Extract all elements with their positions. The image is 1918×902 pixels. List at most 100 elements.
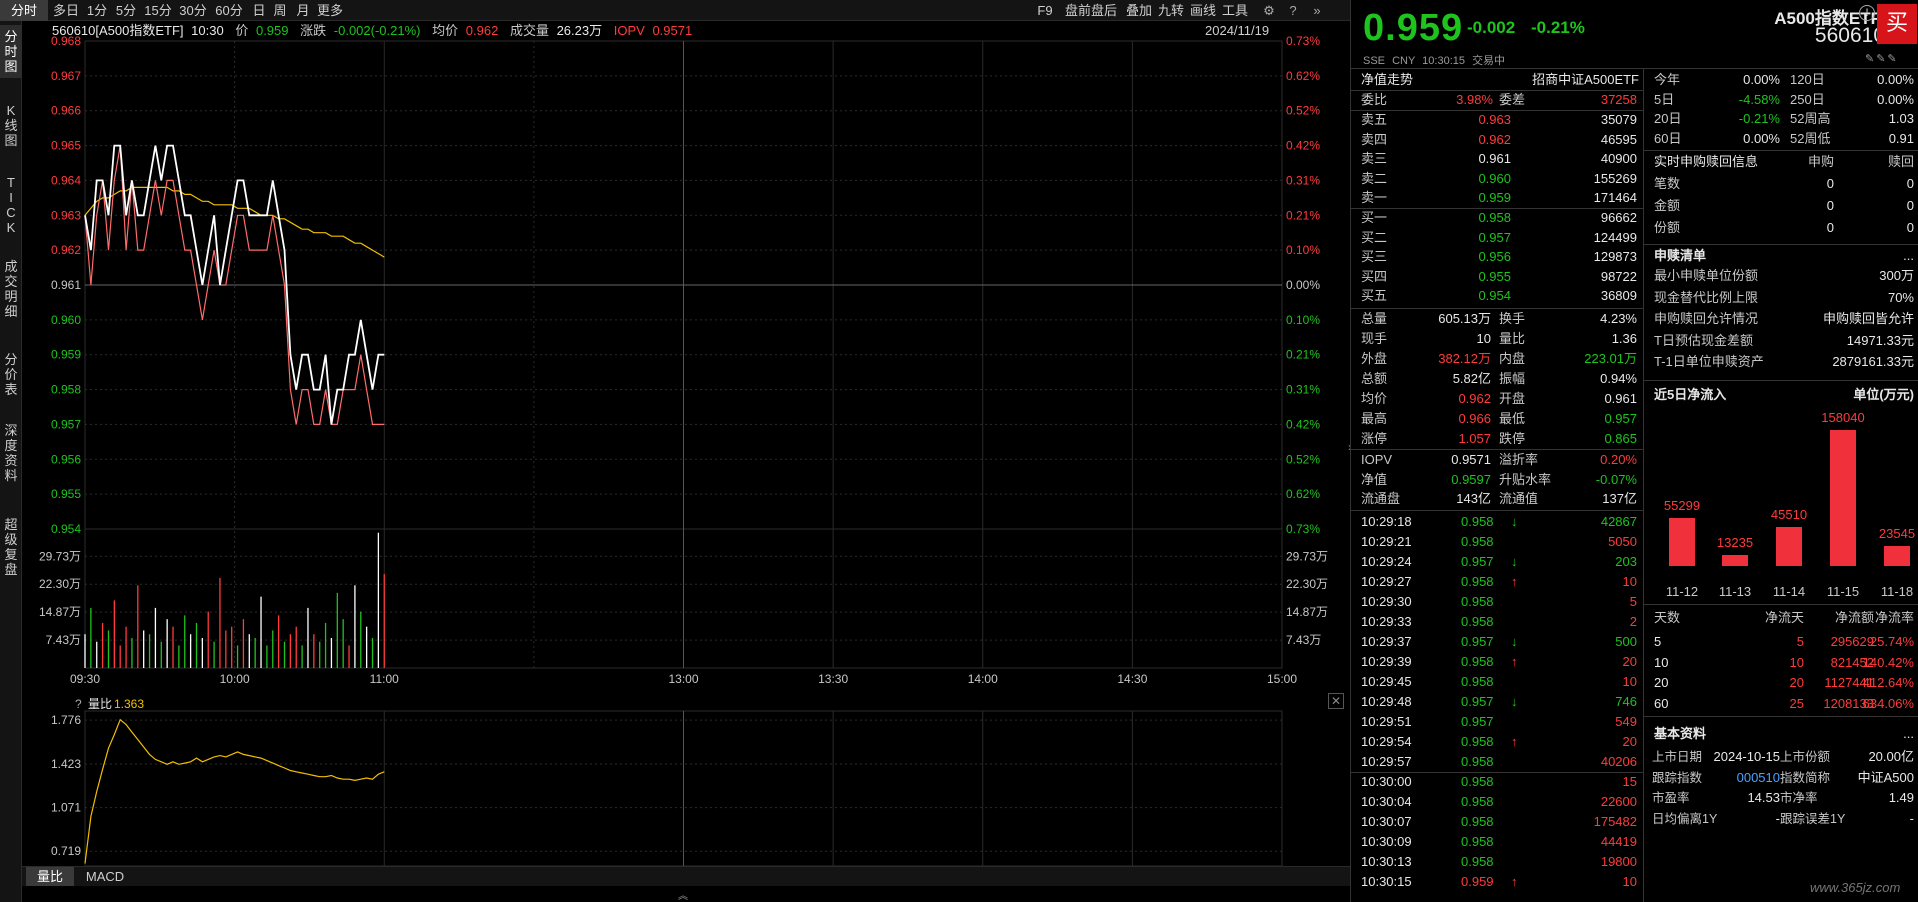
tool-2[interactable]: 叠加: [1124, 0, 1154, 21]
tab-macd[interactable]: MACD: [80, 867, 130, 886]
price-tick-label: 0.965: [51, 139, 81, 153]
period-tab-2[interactable]: 1分: [84, 0, 110, 21]
perf-value: -4.58%: [1738, 91, 1780, 107]
tool-5[interactable]: 工具: [1220, 0, 1250, 21]
sidebar-tab-0[interactable]: 分 时 图: [0, 25, 22, 78]
period-tab-6[interactable]: 60分: [212, 0, 246, 21]
flow-col: 净流率: [1874, 610, 1914, 625]
ask-vol: 155269: [1593, 170, 1637, 186]
tick-time: 10:29:48: [1361, 694, 1412, 709]
intraday-chart[interactable]: 0.968 0.73% 0.967 0.62% 0.966 0.52% 0.965 0.42%…: [22, 21, 1350, 902]
flow-cell: 140.42%: [1862, 654, 1914, 670]
price-tick-label: 0.967: [51, 69, 81, 83]
up-arrow-icon: ↑: [1511, 874, 1518, 889]
buy-button[interactable]: 买: [1877, 4, 1917, 44]
period-tab-8[interactable]: 周: [270, 0, 290, 21]
tick-price: 0.958: [1461, 534, 1494, 549]
list-title: 申赎清单: [1654, 248, 1707, 263]
sidebar-tab-4[interactable]: 分 价 表: [0, 348, 22, 401]
tick-vol: 549: [1615, 714, 1637, 729]
period-tab-1[interactable]: 多日: [50, 0, 82, 21]
bid-price: 0.954: [1478, 288, 1511, 303]
pct-tick-label: 0.42%: [1286, 139, 1320, 153]
price-change: -0.002: [1467, 18, 1516, 37]
list-value: 14971.33元: [1846, 332, 1914, 348]
sub-chart-close-icon[interactable]: ✕: [1328, 693, 1344, 709]
tick-vol: 203: [1615, 554, 1637, 569]
sub-chart-help-icon[interactable]: ?: [75, 697, 82, 711]
period-tab-5[interactable]: 30分: [176, 0, 210, 21]
sidebar-tab-2[interactable]: T I C K: [0, 171, 22, 239]
price-change-pct: -0.21%: [1531, 18, 1585, 37]
basic-label2: 市净率: [1780, 791, 1818, 805]
tick-time: 10:30:07: [1361, 814, 1412, 829]
price-tick-label: 0.960: [51, 313, 81, 327]
tick-vol: 15: [1622, 774, 1637, 789]
sidebar-tab-5[interactable]: 深 度 资 料: [0, 419, 22, 487]
period-tab-7[interactable]: 日: [250, 0, 268, 21]
period-tab-0[interactable]: 分时: [0, 0, 48, 21]
bid-price: 0.956: [1478, 249, 1511, 264]
tick-vol: 10: [1622, 874, 1637, 889]
sidebar-tab-3[interactable]: 成 交 明 细: [0, 255, 22, 323]
flow-unit: 单位(万元): [1853, 387, 1914, 402]
flow-cell: 412.64%: [1862, 675, 1914, 690]
tick-vol: 20: [1622, 654, 1637, 669]
perf-value2: 1.03: [1888, 111, 1914, 126]
tool-icons[interactable]: ✎✎✎: [1865, 52, 1899, 65]
tool-1[interactable]: 盘前盘后: [1060, 0, 1122, 21]
expand-chevron-icon[interactable]: ︽: [676, 887, 690, 902]
tool-0[interactable]: F9: [1032, 0, 1058, 21]
sidebar-tab-6[interactable]: 超 级 复 盘: [0, 513, 22, 581]
flow-bar: [1830, 430, 1856, 566]
help-icon[interactable]: ?: [1284, 0, 1302, 21]
sg-label: 笔数: [1654, 176, 1681, 191]
price-tick-label: 0.961: [51, 278, 81, 292]
flow-cell: 5: [1654, 634, 1662, 649]
bid-vol: 98722: [1600, 268, 1637, 284]
period-tab-9[interactable]: 月: [292, 0, 314, 21]
tick-time: 10:29:37: [1361, 634, 1412, 649]
list-more: ...: [1903, 248, 1914, 263]
divider: [1351, 772, 1643, 773]
flow-bar-value: 23545: [1878, 525, 1916, 541]
tick-vol: 5: [1629, 594, 1637, 609]
pct-tick-label: 0.52%: [1286, 104, 1320, 118]
fund-code: 560610: [1814, 24, 1885, 47]
stat-label2: 换手: [1499, 311, 1526, 326]
period-tab-3[interactable]: 5分: [112, 0, 140, 21]
stat2-value: 0.9571: [1451, 452, 1491, 467]
stat-value2: 0.957: [1604, 411, 1637, 426]
double-chevron-icon[interactable]: »: [1308, 0, 1326, 21]
stat-label: 最高: [1361, 411, 1388, 426]
info-circle-icon[interactable]: !: [1859, 5, 1875, 21]
basic-value2: -: [1909, 810, 1914, 826]
basic-label2: 指数简称: [1780, 770, 1831, 785]
time-tick-label: 10:00: [220, 672, 250, 686]
tool-3[interactable]: 九转: [1156, 0, 1186, 21]
tab-liangbi[interactable]: 量比: [26, 867, 74, 886]
flow-cell: 60: [1654, 695, 1669, 711]
weicha-label: 委差: [1499, 92, 1526, 107]
price-tick-label: 0.959: [51, 348, 81, 362]
sub-chart-name: 量比: [88, 697, 112, 711]
stat-value2: 0.865: [1604, 431, 1637, 446]
tool-4[interactable]: 画线: [1188, 0, 1218, 21]
period-tab-10[interactable]: 更多: [316, 0, 344, 21]
tick-time: 10:29:24: [1361, 554, 1412, 569]
stat-label: 总量: [1361, 311, 1388, 326]
app-window: 分时 多日 1分 5分 15分 30分 60分日周月更多 F9 盘前盘后 叠加 九转 画线 工具 ⚙?» …: [0, 0, 1918, 902]
period-tab-4[interactable]: 15分: [142, 0, 174, 21]
flow-cell: 10: [1789, 654, 1804, 670]
settings-icon[interactable]: ⚙: [1260, 0, 1278, 21]
meta-currency: CNY: [1392, 55, 1416, 67]
price-tick-label: 0.966: [51, 104, 81, 118]
sub-tick-label: 1.071: [51, 801, 81, 815]
stat2-label: 流通盘: [1361, 491, 1401, 506]
tick-time: 10:30:04: [1361, 794, 1412, 809]
ask-price: 0.959: [1478, 190, 1511, 205]
stat-label2: 内盘: [1499, 351, 1526, 366]
market-meta: SSE CNY 10:30:15 交易中: [1363, 52, 1505, 68]
sidebar-tab-1[interactable]: K 线 图: [0, 99, 22, 152]
tick-time: 10:29:33: [1361, 614, 1412, 629]
